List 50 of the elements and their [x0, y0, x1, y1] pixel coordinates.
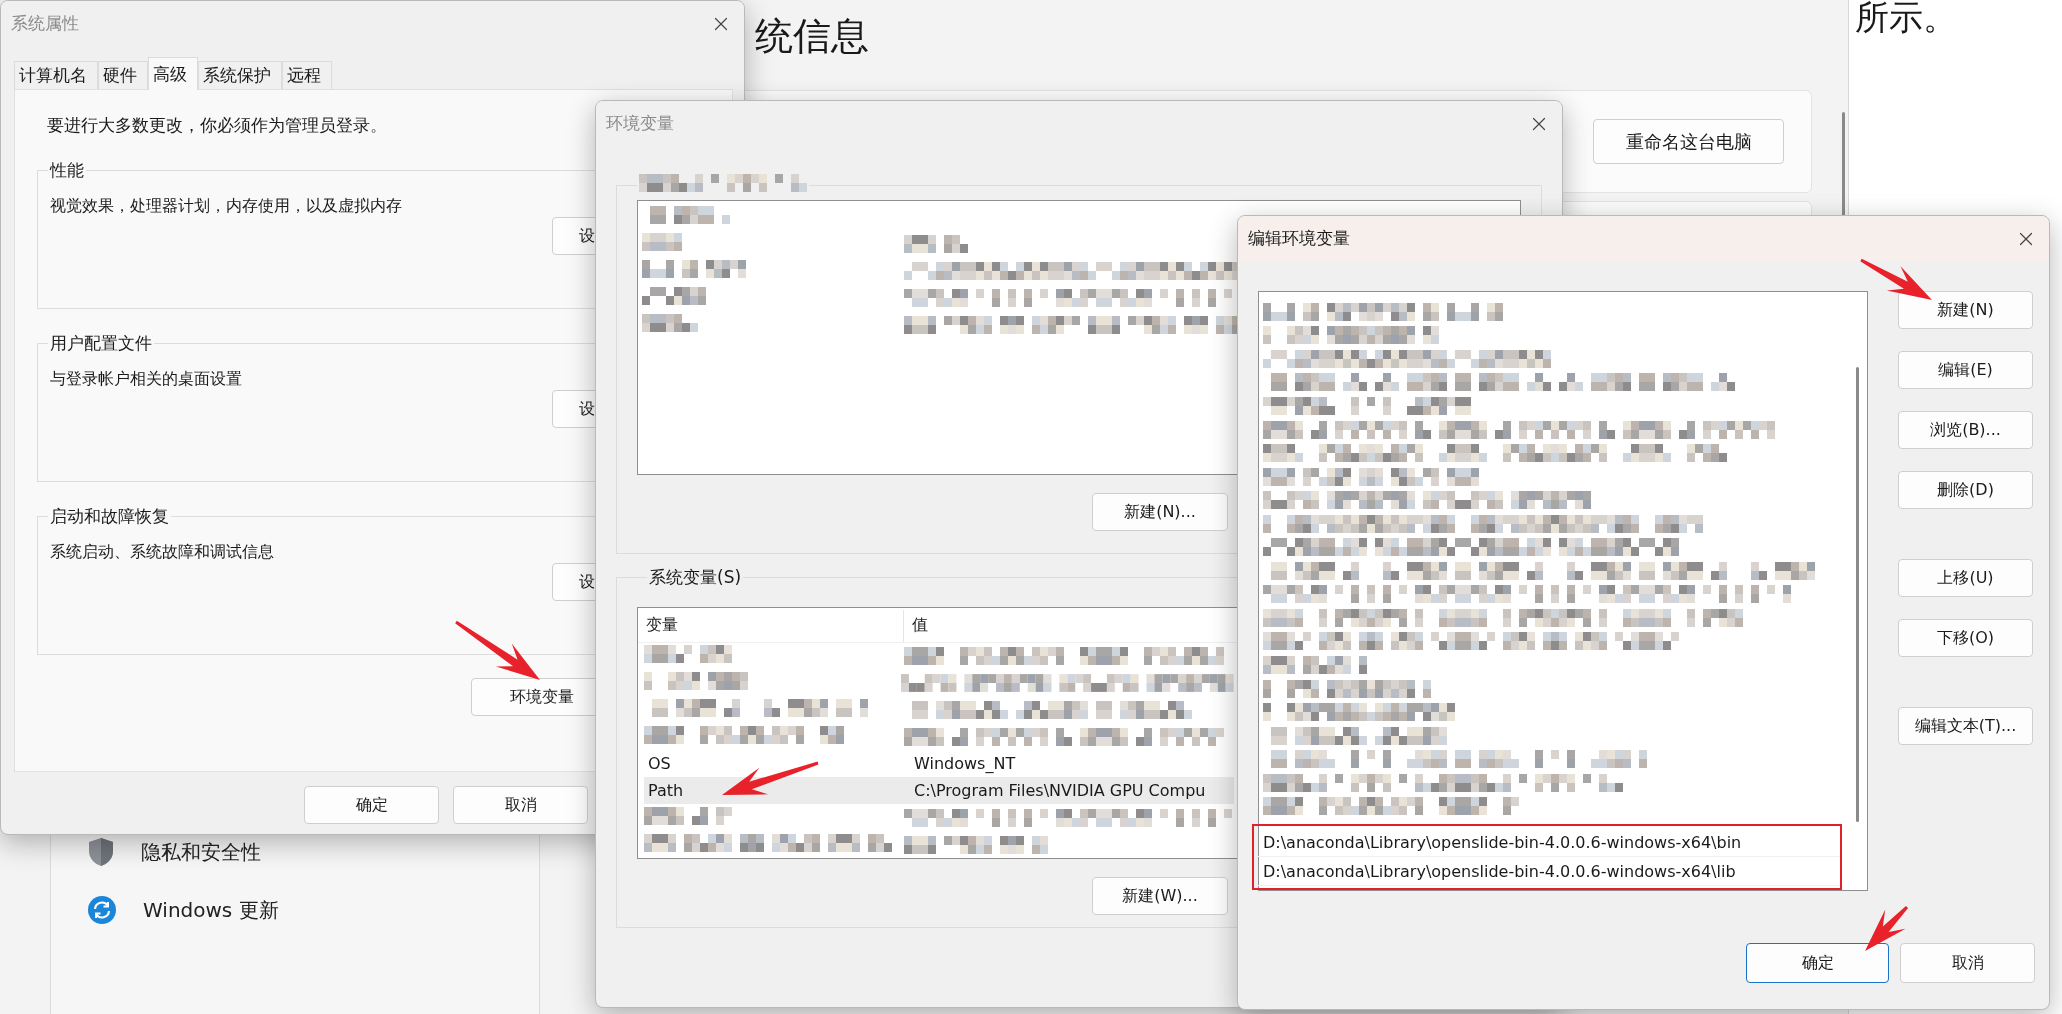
action-button[interactable]: 浏览(B)...: [1898, 411, 2033, 449]
table-cell-text: C:\Program Files\NVIDIA GPU Compu: [913, 781, 1206, 801]
group-description: 视觉效果，处理器计划，内存使用，以及虚拟内存: [50, 196, 402, 217]
document-text: 所示。: [1854, 0, 1958, 34]
page-heading: 统信息: [755, 13, 869, 60]
path-entry[interactable]: D:\anaconda\Library\openslide-bin-4.0.0.6-windows-x64\lib: [1254, 857, 1840, 887]
group-description: 系统启动、系统故障和调试信息: [50, 542, 274, 563]
window-title: 系统属性: [11, 12, 79, 35]
group-title: 启动和故障恢复: [49, 505, 170, 528]
sync-icon[interactable]: [87, 895, 117, 925]
nav-item[interactable]: 隐私和安全性: [141, 838, 261, 866]
table-row[interactable]: OS Windows_NT: [644, 750, 1234, 778]
pointer-arrow: [1865, 905, 1909, 951]
table-cell-text: OS: [647, 754, 672, 774]
group-title: 性能: [48, 159, 85, 182]
shield-icon: [87, 837, 115, 867]
action-button[interactable]: 删除(D): [1898, 471, 2033, 509]
action-button[interactable]: 编辑(E): [1898, 351, 2033, 389]
table-row[interactable]: Path C:\Program Files\NVIDIA GPU Compu: [644, 777, 1234, 805]
scrollbar-thumb[interactable]: [1856, 367, 1859, 822]
group-title: 系统变量(S): [648, 566, 743, 589]
window-title: 编辑环境变量: [1248, 227, 1350, 250]
tab[interactable]: 硬件: [98, 61, 148, 89]
new-button[interactable]: 新建(W)...: [1092, 877, 1228, 915]
action-button[interactable]: 编辑文本(T)...: [1898, 707, 2033, 745]
redacted-text: [642, 313, 698, 332]
dialog-button[interactable]: 取消: [1900, 943, 2035, 983]
table-cell-text: Path: [647, 781, 685, 801]
rename-button[interactable]: 重命名这台电脑: [1593, 119, 1784, 164]
action-button[interactable]: 新建(N): [1898, 291, 2033, 329]
dialog-button[interactable]: 取消: [453, 786, 588, 824]
tab[interactable]: 高级: [148, 57, 198, 90]
table-cell-text: Windows_NT: [913, 754, 1016, 774]
notice-text: 要进行大多数更改，你必须作为管理员登录。: [47, 114, 387, 137]
dialog-button[interactable]: 确定: [1746, 943, 1889, 983]
new-button[interactable]: 新建(N)...: [1092, 493, 1228, 531]
redacted-text: [904, 234, 968, 253]
action-button[interactable]: 上移(U): [1898, 559, 2033, 597]
path-entry[interactable]: D:\anaconda\Library\openslide-bin-4.0.0.6-windows-x64\bin: [1254, 828, 1840, 858]
tab[interactable]: 远程: [282, 61, 332, 89]
tab[interactable]: 计算机名: [14, 61, 98, 89]
group-description: 与登录帐户相关的桌面设置: [50, 369, 242, 390]
group-title: 用户配置文件: [49, 332, 153, 355]
dialog-button[interactable]: 确定: [304, 786, 439, 824]
pointer-arrow: [1860, 258, 1932, 300]
nav-item[interactable]: Windows 更新: [143, 896, 279, 924]
tab[interactable]: 系统保护: [198, 61, 282, 89]
window-title: 环境变量: [606, 112, 674, 135]
redacted-text: [642, 286, 706, 305]
action-button[interactable]: 下移(O): [1898, 619, 2033, 657]
